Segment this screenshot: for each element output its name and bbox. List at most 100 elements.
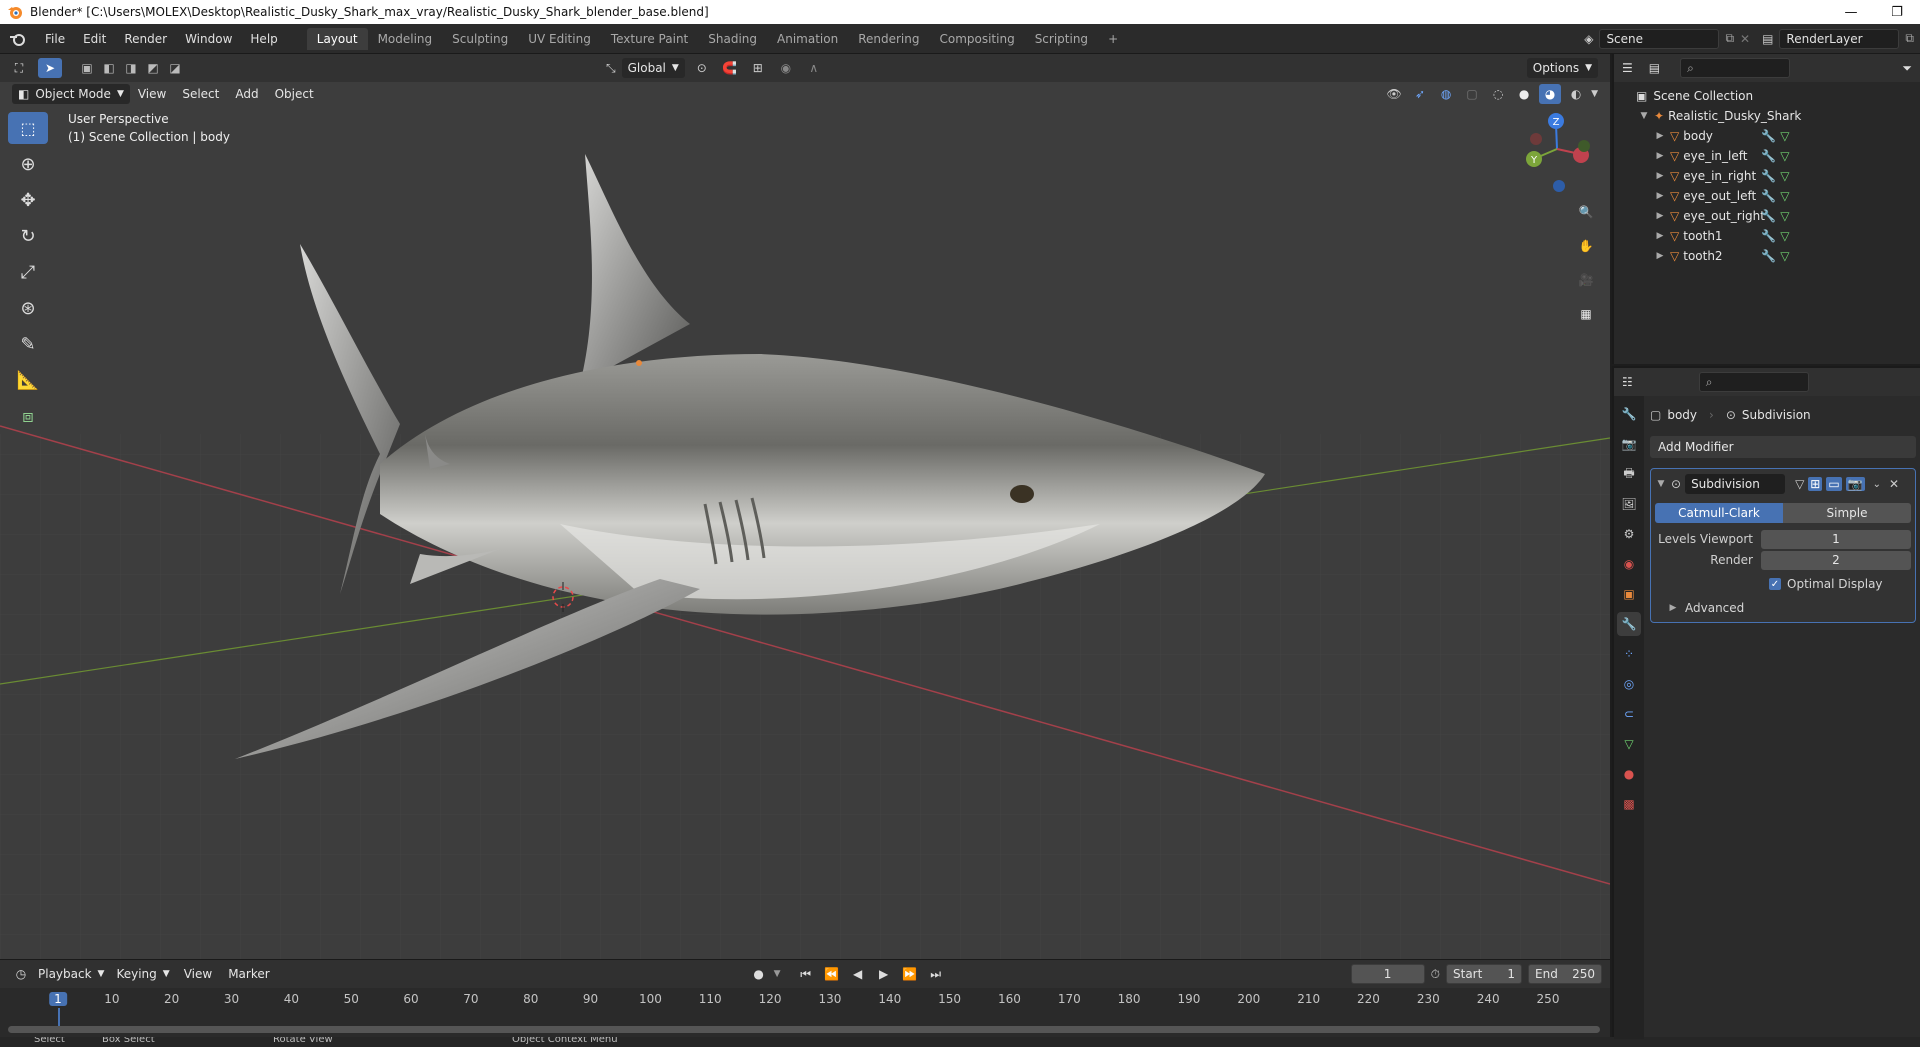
select-mode-intersect-icon[interactable]: ◪ [164, 58, 186, 78]
modifier-wrench-icon[interactable]: 🔧 [1761, 169, 1776, 183]
mesh-data-icon[interactable]: ▽ [1780, 209, 1789, 223]
timeline-menu-marker[interactable]: Marker [220, 967, 277, 981]
camera-view-icon[interactable]: 🎥 [1573, 267, 1599, 293]
material-tab-icon[interactable]: ● [1617, 762, 1641, 786]
render-levels-field[interactable]: 2 [1761, 550, 1911, 570]
expand-arrow-icon[interactable]: ▶ [1654, 211, 1666, 221]
play-reverse-icon[interactable]: ◀ [847, 964, 869, 984]
viewport-menu-add[interactable]: Add [227, 87, 266, 101]
texture-tab-icon[interactable]: ▩ [1617, 792, 1641, 816]
stopwatch-icon[interactable]: ⏱ [1431, 967, 1440, 982]
outliner-search-input[interactable]: ⌕ [1680, 58, 1791, 78]
snap-icon[interactable]: 🧲 [719, 58, 741, 78]
pivot-point-icon[interactable]: ⊙ [691, 58, 713, 78]
select-mode-subtract-icon[interactable]: ◨ [120, 58, 142, 78]
jump-keyframe-back-icon[interactable]: ⏪ [821, 964, 843, 984]
shading-solid-icon[interactable]: ● [1513, 84, 1535, 104]
restore-button[interactable]: ❐ [1874, 0, 1920, 24]
shading-wireframe-icon[interactable]: ◌ [1487, 84, 1509, 104]
menu-window[interactable]: Window [176, 32, 241, 46]
object-tab-icon[interactable]: ▣ [1617, 582, 1641, 606]
filter-icon[interactable]: ⏷ [1902, 61, 1912, 76]
playhead-line[interactable] [58, 1008, 60, 1026]
scene-copy-icon[interactable]: ⧉ [1725, 31, 1734, 46]
menu-help[interactable]: Help [241, 32, 286, 46]
xray-toggle-icon[interactable]: ▢ [1461, 84, 1483, 104]
properties-editor-type-icon[interactable]: ☷ [1622, 375, 1633, 389]
view-layer-tab-icon[interactable]: 🖼 [1617, 492, 1641, 516]
gizmo-toggle-icon[interactable]: ➶ [1409, 84, 1431, 104]
transform-orientation-dropdown[interactable]: Global ▼ [621, 58, 685, 78]
optimal-display-row[interactable]: ✓ Optimal Display [1655, 574, 1911, 594]
tab-rendering[interactable]: Rendering [848, 28, 929, 50]
shading-rendered-icon[interactable]: ◐ [1565, 84, 1587, 104]
expand-arrow-icon[interactable]: ▶ [1654, 171, 1666, 181]
tool-select-box[interactable]: ⬚ [8, 112, 48, 144]
display-mode-icon[interactable]: ▤ [1649, 61, 1660, 75]
options-dropdown[interactable]: Options ▼ [1526, 58, 1598, 78]
mesh-data-icon[interactable]: ▽ [1780, 189, 1789, 203]
collapse-arrow-icon[interactable]: ▼ [1655, 479, 1667, 489]
blender-menu-icon[interactable] [8, 29, 28, 49]
viewport-menu-view[interactable]: View [130, 87, 174, 101]
expand-arrow-icon[interactable]: ▶ [1654, 151, 1666, 161]
outliner-object-row[interactable]: ▶ ▽ tooth2 🔧 ▽ [1614, 246, 1920, 266]
render-layer-copy-icon[interactable]: ⧉ [1905, 31, 1914, 46]
output-tab-icon[interactable]: 🖶 [1617, 462, 1641, 486]
add-modifier-button[interactable]: Add Modifier [1650, 436, 1916, 458]
properties-search-input[interactable]: ⌕ [1698, 372, 1809, 392]
zoom-icon[interactable]: 🔍 [1573, 199, 1599, 225]
scene-tab-icon[interactable]: ⚙ [1617, 522, 1641, 546]
tool-cursor[interactable]: ⊕ [8, 148, 48, 180]
mode-dropdown[interactable]: ◧ Object Mode ▼ [12, 84, 130, 104]
tab-compositing[interactable]: Compositing [929, 28, 1024, 50]
cage-toggle-icon[interactable]: ⊞ [1808, 477, 1823, 491]
menu-render[interactable]: Render [115, 32, 176, 46]
outliner-object-row[interactable]: ▶ ▽ eye_out_right 🔧 ▽ [1614, 206, 1920, 226]
levels-viewport-field[interactable]: 1 [1761, 529, 1911, 549]
proportional-falloff-icon[interactable]: ∧ [803, 58, 825, 78]
3d-viewport[interactable]: Z Y ⛶ ➤ ▣ ◧ ◨ ◩ ◪ ⤡ Global ▼ ⊙ 🧲 ⊞ ◉ ∧ O… [0, 54, 1610, 959]
expand-arrow-icon[interactable]: ▶ [1654, 231, 1666, 241]
viewport-menu-select[interactable]: Select [174, 87, 227, 101]
outliner-editor-type-icon[interactable]: ☰ [1622, 61, 1633, 75]
world-tab-icon[interactable]: ◉ [1617, 552, 1641, 576]
scene-field[interactable]: Scene [1599, 28, 1720, 49]
snap-target-icon[interactable]: ⊞ [747, 58, 769, 78]
tab-scripting[interactable]: Scripting [1025, 28, 1098, 50]
jump-end-icon[interactable]: ⏭ [925, 964, 947, 984]
menu-file[interactable]: File [36, 32, 74, 46]
outliner-object-row[interactable]: ▶ ▽ tooth1 🔧 ▽ [1614, 226, 1920, 246]
playback-dropdown[interactable]: Playback ▼ [32, 964, 110, 984]
expand-arrow-icon[interactable]: ▶ [1654, 191, 1666, 201]
mesh-data-icon[interactable]: ▽ [1780, 149, 1789, 163]
select-mode-extend-icon[interactable]: ◧ [98, 58, 120, 78]
start-frame-field[interactable]: Start 1 [1446, 964, 1522, 984]
menu-edit[interactable]: Edit [74, 32, 115, 46]
render-toggle-icon[interactable]: 📷 [1845, 477, 1865, 491]
tool-tab-icon[interactable]: 🔧 [1617, 402, 1641, 426]
select-mode-invert-icon[interactable]: ◩ [142, 58, 164, 78]
add-workspace-button[interactable]: + [1098, 28, 1128, 50]
tab-texture-paint[interactable]: Texture Paint [601, 28, 698, 50]
scene-close-icon[interactable]: ✕ [1740, 32, 1750, 46]
play-icon[interactable]: ▶ [873, 964, 895, 984]
tab-layout[interactable]: Layout [306, 27, 368, 50]
outliner-collection-row[interactable]: ▼ ✦ Realistic_Dusky_Shark [1614, 106, 1920, 126]
tab-sculpting[interactable]: Sculpting [442, 28, 518, 50]
expand-arrow-icon[interactable]: ▶ [1654, 131, 1666, 141]
close-icon[interactable]: ✕ [1889, 477, 1899, 491]
ortho-toggle-icon[interactable]: ▦ [1573, 301, 1599, 327]
optimal-display-checkbox[interactable]: ✓ [1769, 578, 1781, 590]
modifier-wrench-icon[interactable]: 🔧 [1761, 149, 1776, 163]
modifier-wrench-icon[interactable]: 🔧 [1761, 249, 1776, 263]
modifier-wrench-icon[interactable]: 🔧 [1761, 229, 1776, 243]
shading-material-icon[interactable]: ◕ [1539, 84, 1562, 104]
expand-arrow-icon[interactable]: ▶ [1654, 251, 1666, 261]
scene-icon[interactable]: ◈ [1584, 32, 1593, 46]
overlay-toggle-icon[interactable]: ◍ [1435, 84, 1457, 104]
tool-transform[interactable]: ⊛ [8, 292, 48, 324]
catmull-clark-button[interactable]: Catmull-Clark [1655, 503, 1783, 523]
select-tool-icon[interactable]: ➤ [38, 58, 62, 78]
chevron-down-icon[interactable]: ▼ [774, 969, 781, 979]
